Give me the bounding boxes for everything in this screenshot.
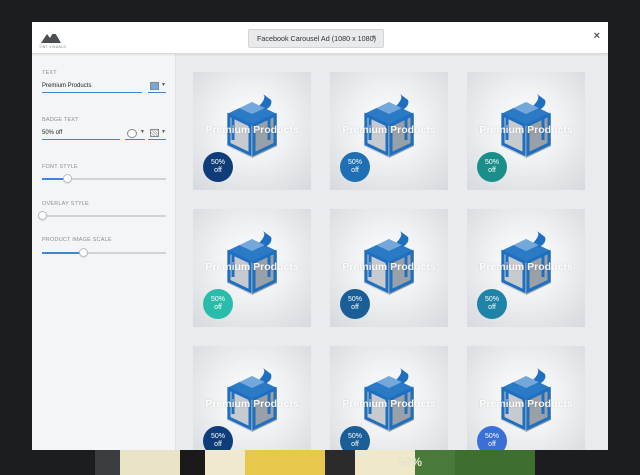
badge-line-2: off [488,304,496,311]
discount-badge: 50% off [203,289,233,319]
card-title: Premium Products [479,398,573,410]
badge-line-1: 50% [484,159,499,166]
slider-thumb[interactable] [78,248,88,257]
text-color-picker[interactable]: ▼ [148,81,166,93]
ad-builder-modal: TINT VISUALS Facebook Carousel Ad (1080 … [32,22,608,450]
ad-preview-card[interactable]: Premium Products 50% off [330,346,448,450]
ad-preview-card[interactable]: Premium Products 50% off [193,346,311,450]
close-button[interactable]: × [594,31,600,42]
text-label: TEXT [42,70,57,76]
discount-badge: 50% off [340,289,370,319]
ad-preview-card[interactable]: Premium Products 50% off [467,72,585,190]
badge-line-2: off [214,167,222,174]
card-title: Premium Products [342,261,436,273]
pattern-swatch-icon [150,129,159,137]
card-title: Premium Products [205,124,299,136]
background-badge-left: 50% [277,455,302,469]
ad-preview-card[interactable]: Premium Products 50% off [193,209,311,327]
background-badge-right: 50% [398,455,423,469]
font-style-label: FONT STYLE [42,164,78,170]
badge-line-2: off [214,441,222,448]
font-style-slider[interactable] [42,174,166,183]
discount-badge: 50% off [340,152,370,182]
badge-line-2: off [488,167,496,174]
product-image-scale-slider[interactable] [42,248,166,257]
ad-preview-card[interactable]: Premium Products 50% off [467,346,585,450]
card-title: Premium Products [205,261,299,273]
slider-fill [42,252,83,254]
background-page-strip [95,448,535,475]
badge-line-1: 50% [347,433,362,440]
color-swatch-icon [150,82,159,90]
badge-line-1: 50% [210,159,225,166]
badge-line-1: 50% [210,433,225,440]
badge-line-1: 50% [210,296,225,303]
badge-color-picker[interactable]: ▼ [125,128,145,140]
discount-badge: 50% off [203,152,233,182]
ad-preview-grid: Premium Products 50% off Premium Product… [176,54,608,450]
text-input[interactable]: Premium Products [42,81,142,93]
format-select-value: Facebook Carousel Ad (1080 x 1080) [257,34,377,43]
slider-thumb[interactable] [62,174,72,183]
sidebar: TEXT Premium Products ▼ BADGE TEXT 50% o… [32,54,176,450]
slider-thumb[interactable] [38,211,47,220]
card-title: Premium Products [205,398,299,410]
discount-badge: 50% off [340,426,370,450]
chevron-down-icon: ▼ [161,129,166,135]
discount-badge: 50% off [477,426,507,450]
badge-line-1: 50% [347,159,362,166]
discount-badge: 50% off [203,426,233,450]
ad-preview-card[interactable]: Premium Products 50% off [193,72,311,190]
badge-line-1: 50% [484,433,499,440]
card-title: Premium Products [479,124,573,136]
chevron-down-icon: ▼ [371,35,377,41]
discount-badge: 50% off [477,152,507,182]
modal-header: TINT VISUALS Facebook Carousel Ad (1080 … [32,22,608,54]
card-title: Premium Products [342,398,436,410]
discount-badge: 50% off [477,289,507,319]
ad-preview-card[interactable]: Premium Products 50% off [330,209,448,327]
chevron-down-icon: ▼ [161,82,166,88]
chevron-down-icon: ▼ [140,129,145,135]
badge-text-input[interactable]: 50% off [42,128,120,140]
badge-line-2: off [214,304,222,311]
badge-line-2: off [351,167,359,174]
slider-track [42,215,166,217]
product-image-scale-label: PRODUCT IMAGE SCALE [42,237,112,243]
badge-line-2: off [488,441,496,448]
badge-text-label: BADGE TEXT [42,117,79,123]
logo-text: TINT VISUALS [39,45,67,49]
overlay-style-slider[interactable] [38,211,166,220]
format-select[interactable]: Facebook Carousel Ad (1080 x 1080) ▼ [248,29,384,48]
badge-line-2: off [351,304,359,311]
badge-line-1: 50% [484,296,499,303]
badge-line-2: off [351,441,359,448]
overlay-style-label: OVERLAY STYLE [42,201,90,207]
card-title: Premium Products [342,124,436,136]
card-title: Premium Products [479,261,573,273]
badge-pattern-picker[interactable]: ▼ [148,128,166,140]
ad-preview-card[interactable]: Premium Products 50% off [330,72,448,190]
circle-swatch-icon [127,129,137,138]
ad-preview-card[interactable]: Premium Products 50% off [467,209,585,327]
badge-line-1: 50% [347,296,362,303]
